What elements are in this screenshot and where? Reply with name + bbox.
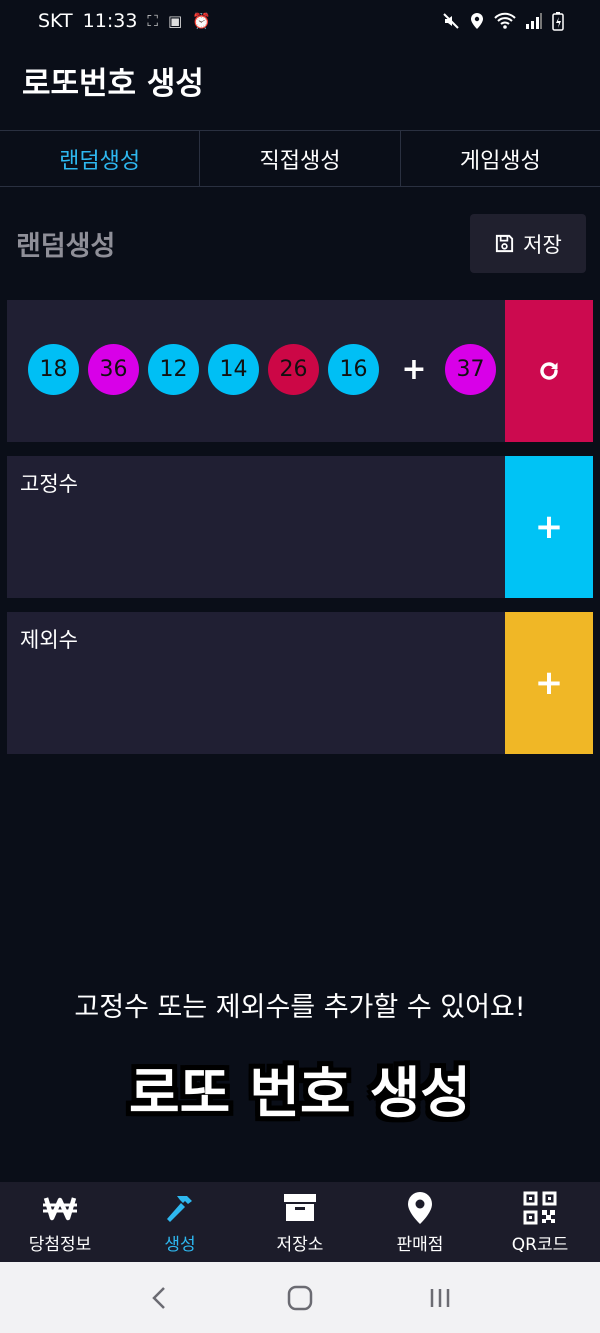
random-numbers-card: 18 36 12 14 26 16 + 37 — [7, 300, 593, 442]
won-icon — [42, 1190, 78, 1226]
plus-icon: + — [534, 663, 564, 703]
hint-text: 고정수 또는 제외수를 추가할 수 있어요! — [74, 992, 526, 1023]
nav-label: 판매점 — [396, 1234, 444, 1255]
battery-icon — [552, 12, 564, 31]
fixed-numbers-card: 고정수 + — [7, 456, 593, 598]
alarm-icon: ⏰ — [192, 12, 211, 30]
nav-storage[interactable]: 저장소 — [240, 1182, 360, 1262]
refresh-button[interactable] — [505, 300, 593, 442]
nav-qr-code[interactable]: QR코드 — [480, 1182, 600, 1262]
nav-generate[interactable]: 생성 — [120, 1182, 240, 1262]
excluded-numbers-area: 제외수 — [7, 612, 505, 754]
back-icon[interactable] — [146, 1284, 174, 1312]
page-title: 로또번호 생성 — [22, 66, 204, 102]
system-nav-bar — [0, 1262, 600, 1333]
save-button[interactable]: 저장 — [470, 214, 586, 273]
bottom-nav: 당첨정보 생성 저장소 판매점 QR코드 — [0, 1182, 600, 1262]
promo-caption: 로또 번호 생성 — [129, 1061, 471, 1125]
archive-icon — [282, 1190, 318, 1226]
tab-bar: 랜덤생성 직접생성 게임생성 — [0, 130, 600, 187]
nav-label: 저장소 — [276, 1234, 324, 1255]
add-fixed-button[interactable]: + — [505, 456, 593, 598]
numbers-area: 18 36 12 14 26 16 + 37 — [7, 300, 505, 442]
signal-icon — [526, 13, 542, 29]
wifi-icon — [494, 12, 516, 29]
number-balls: 18 36 12 14 26 16 + 37 — [28, 344, 505, 395]
number-ball: 14 — [208, 344, 259, 395]
tab-manual[interactable]: 직접생성 — [200, 131, 401, 186]
excluded-numbers-card: 제외수 + — [7, 612, 593, 754]
hammer-icon — [162, 1190, 198, 1226]
bonus-ball: 37 — [445, 344, 496, 395]
nav-label: QR코드 — [511, 1234, 569, 1255]
screen-record-icon: ▣ — [167, 12, 183, 30]
refresh-icon — [540, 362, 558, 380]
number-ball: 36 — [88, 344, 139, 395]
clock: 11:33 — [82, 10, 138, 32]
screenshot-icon: ⛶ — [147, 12, 158, 30]
carrier: SKT — [38, 10, 73, 32]
number-ball: 18 — [28, 344, 79, 395]
qr-code-icon — [522, 1190, 558, 1226]
nav-label: 당첨정보 — [28, 1234, 92, 1255]
save-label: 저장 — [523, 232, 562, 257]
section-title: 랜덤생성 — [16, 231, 116, 262]
fixed-numbers-area: 고정수 — [7, 456, 505, 598]
nav-stores[interactable]: 판매점 — [360, 1182, 480, 1262]
mute-icon — [443, 13, 459, 29]
home-icon[interactable] — [286, 1284, 314, 1312]
number-ball: 16 — [328, 344, 379, 395]
status-bar: SKT 11:33 ⛶ ▣ ⏰ — [0, 0, 600, 42]
tab-random[interactable]: 랜덤생성 — [0, 131, 201, 186]
fixed-numbers-label: 고정수 — [20, 472, 78, 496]
bonus-separator: + — [401, 352, 427, 387]
number-ball: 26 — [268, 344, 319, 395]
excluded-numbers-label: 제외수 — [20, 628, 78, 652]
tab-game[interactable]: 게임생성 — [401, 131, 600, 186]
recent-apps-icon[interactable] — [426, 1284, 454, 1312]
number-ball: 12 — [148, 344, 199, 395]
add-excluded-button[interactable]: + — [505, 612, 593, 754]
location-pin-icon — [402, 1190, 438, 1226]
plus-icon: + — [534, 507, 564, 547]
status-left: SKT 11:33 ⛶ ▣ ⏰ — [38, 10, 211, 32]
status-right — [442, 11, 564, 31]
floppy-disk-icon — [496, 234, 514, 253]
nav-winning-info[interactable]: 당첨정보 — [0, 1182, 120, 1262]
location-icon — [471, 13, 483, 29]
nav-label: 생성 — [164, 1234, 196, 1255]
